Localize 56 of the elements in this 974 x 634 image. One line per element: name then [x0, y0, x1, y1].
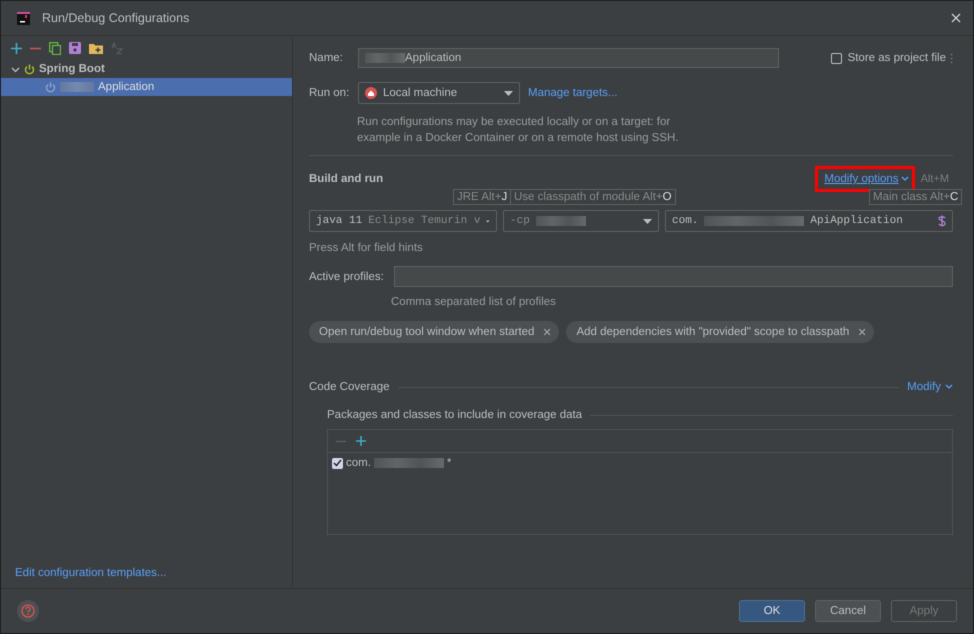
name-label: Name: [309, 52, 344, 64]
section-title: Build and run [309, 173, 384, 185]
option-chip[interactable]: Open run/debug tool window when started ✕ [309, 321, 560, 343]
help-text: Run configurations may be executed locally or on a target: for example in a Docker Container or on a remote host using SSH. [357, 115, 680, 146]
dialog-button[interactable]: OK [739, 600, 805, 622]
classpath-dropdown[interactable]: -cp [503, 210, 659, 232]
field-hint: Press Alt for field hints [309, 242, 424, 254]
option-chip[interactable]: Add dependencies with "provided" scope to classpath ✕ [566, 321, 874, 343]
modify-options-link[interactable]: Modify options [824, 173, 899, 185]
dropdown-arrow-icon[interactable] [643, 218, 652, 224]
subsection-title: Packages and classes to include in coverage data [327, 409, 582, 421]
run-on-dropdown[interactable]: Local machine [358, 82, 520, 104]
name-field[interactable]: Application [358, 48, 779, 68]
store-checkbox[interactable]: Store as project file [830, 52, 946, 64]
active-profiles-label: Active profiles: [309, 270, 385, 282]
package-name: com. [346, 457, 371, 469]
run-on-label: Run on: [309, 87, 350, 99]
add-icon[interactable] [356, 436, 366, 446]
modify-link[interactable]: Modify [907, 381, 941, 393]
tree-item[interactable]: Spring Boot [1, 60, 292, 78]
chevron-icon[interactable] [945, 384, 953, 390]
copy-icon[interactable] [49, 42, 61, 54]
jre-dropdown[interactable]: java 11 Eclipse Temurin v [309, 210, 497, 232]
field-hint: Comma separated list of profiles [391, 296, 557, 308]
help-icon[interactable] [17, 600, 39, 622]
folder-add-icon[interactable] [89, 42, 103, 54]
app-logo-icon [17, 12, 30, 24]
window-title: Run/Debug Configurations [42, 11, 190, 25]
manage-targets-link[interactable]: Manage targets... [528, 87, 618, 99]
remove-option-button[interactable]: ✕ [542, 326, 552, 338]
shortcut-hint: JRE Alt+J [453, 189, 512, 205]
remove-option-button[interactable]: ✕ [857, 326, 866, 338]
add-icon[interactable] [11, 42, 22, 54]
active-profiles-field[interactable] [394, 266, 953, 287]
dialog-button[interactable]: Cancel [815, 600, 881, 622]
section-title: Code Coverage [309, 381, 390, 393]
dropdown-arrow-icon[interactable] [504, 90, 513, 96]
home-icon [365, 87, 377, 99]
main-class-field[interactable]: com. ApiApplication [665, 210, 953, 232]
chevron-icon[interactable] [11, 64, 20, 74]
close-icon[interactable] [951, 13, 961, 23]
shortcut-hint: Use classpath of module Alt+O [510, 189, 676, 205]
shortcut-hint: Alt+M [920, 173, 949, 185]
checkbox[interactable] [332, 458, 343, 468]
chevron-icon[interactable] [900, 176, 909, 182]
shortcut-hint: Main class Alt+C [869, 189, 962, 205]
power-icon [45, 82, 56, 92]
redaction-blur [374, 458, 444, 468]
save-icon[interactable] [69, 42, 81, 54]
power-icon [24, 64, 35, 74]
dollar-icon[interactable] [938, 215, 946, 227]
edit-templates-link[interactable]: Edit configuration templates... [15, 567, 292, 579]
remove-icon[interactable] [30, 46, 41, 50]
redaction-blur [536, 216, 586, 226]
tree-item[interactable]: Application [1, 78, 292, 96]
package-name: * [446, 457, 452, 469]
